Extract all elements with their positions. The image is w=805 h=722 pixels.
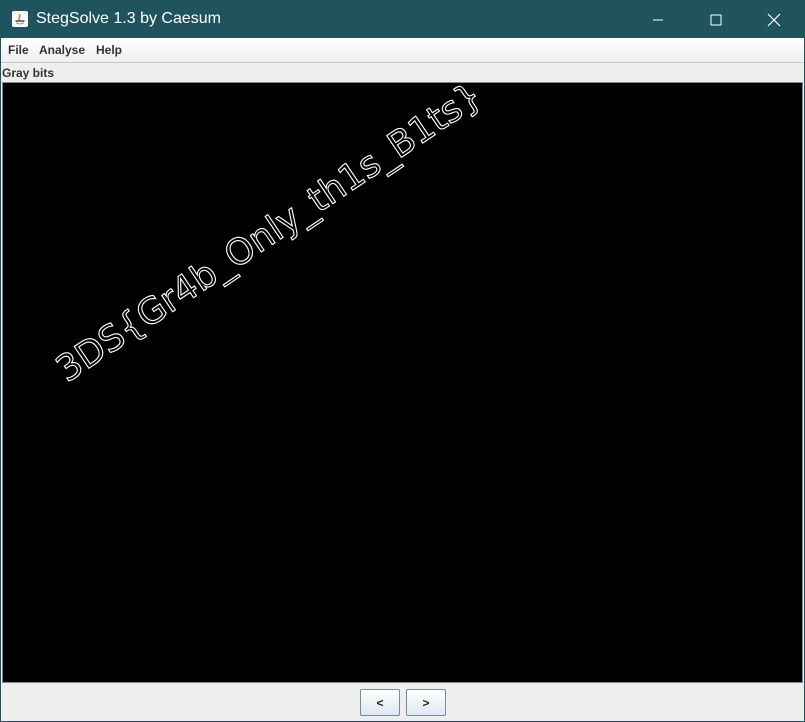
- minimize-icon: [653, 19, 663, 20]
- maximize-button[interactable]: [687, 1, 745, 38]
- window-title: StegSolve 1.3 by Caesum: [36, 10, 221, 27]
- stego-image-canvas: 3DS{Gr4b_Only_th1s_B1ts}: [49, 83, 490, 391]
- stegsolve-window: StegSolve 1.3 by Caesum File Analyse Hel…: [0, 0, 805, 722]
- minimize-button[interactable]: [629, 1, 687, 38]
- hidden-flag-text: 3DS{Gr4b_Only_th1s_B1ts}: [49, 83, 489, 390]
- close-icon: [767, 13, 781, 26]
- image-view: 3DS{Gr4b_Only_th1s_B1ts}: [2, 82, 803, 683]
- title-bar[interactable]: StegSolve 1.3 by Caesum: [1, 1, 804, 38]
- navigation-bar: < >: [1, 683, 804, 721]
- previous-plane-button[interactable]: <: [360, 689, 400, 716]
- menu-help[interactable]: Help: [96, 43, 122, 57]
- menu-file[interactable]: File: [8, 43, 29, 57]
- menu-analyse[interactable]: Analyse: [39, 43, 85, 57]
- next-plane-button[interactable]: >: [406, 689, 446, 716]
- java-app-icon: [12, 11, 28, 27]
- menu-separator: [1, 62, 804, 63]
- maximize-icon: [710, 14, 722, 25]
- close-button[interactable]: [745, 1, 803, 38]
- menu-bar: File Analyse Help: [1, 38, 804, 62]
- bit-plane-label: Gray bits: [2, 66, 55, 80]
